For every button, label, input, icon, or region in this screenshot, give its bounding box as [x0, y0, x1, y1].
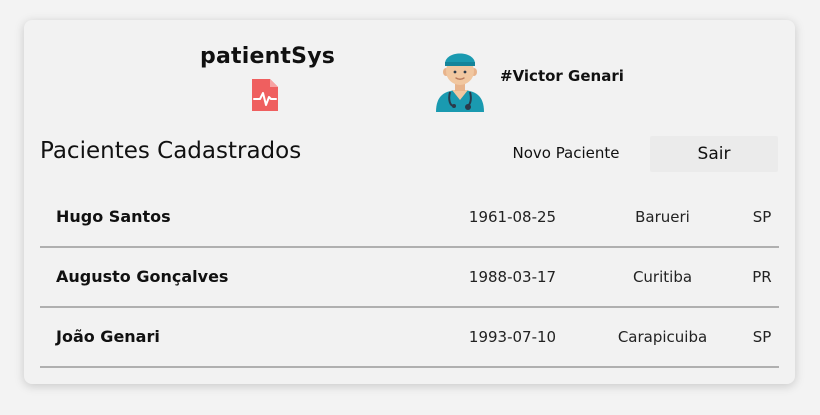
- page-title: Pacientes Cadastrados: [40, 138, 302, 164]
- patient-state: PR: [752, 268, 772, 286]
- brand: patientSys: [200, 44, 336, 113]
- patient-city: Barueri: [635, 208, 690, 226]
- patient-city: Curitiba: [632, 268, 693, 286]
- patient-birth-date: 1988-03-17: [468, 268, 557, 286]
- medical-record-icon: [252, 79, 278, 111]
- patient-birth-date: 1993-07-10: [468, 328, 557, 346]
- doctor-avatar: [436, 53, 484, 112]
- main-card: patientSys #Victor Genari Pacientes Cada…: [24, 20, 795, 384]
- patient-name: Hugo Santos: [56, 207, 171, 226]
- patient-state: SP: [752, 208, 772, 226]
- patient-birth-date: 1961-08-25: [468, 208, 557, 226]
- patient-name: Augusto Gonçalves: [56, 267, 229, 286]
- patient-state: SP: [752, 328, 772, 346]
- patient-city: Carapicuiba: [617, 328, 708, 346]
- patient-name: João Genari: [56, 327, 160, 346]
- user-name: #Victor Genari: [500, 67, 624, 85]
- brand-name: patientSys: [200, 44, 336, 69]
- patient-row[interactable]: Hugo Santos 1961-08-25 Barueri SP: [40, 188, 779, 248]
- patient-list: Hugo Santos 1961-08-25 Barueri SP August…: [40, 188, 779, 368]
- patient-row[interactable]: João Genari 1993-07-10 Carapicuiba SP: [40, 308, 779, 368]
- patient-row[interactable]: Augusto Gonçalves 1988-03-17 Curitiba PR: [40, 248, 779, 308]
- new-patient-button[interactable]: Novo Paciente: [504, 136, 628, 170]
- logout-button[interactable]: Sair: [650, 136, 778, 172]
